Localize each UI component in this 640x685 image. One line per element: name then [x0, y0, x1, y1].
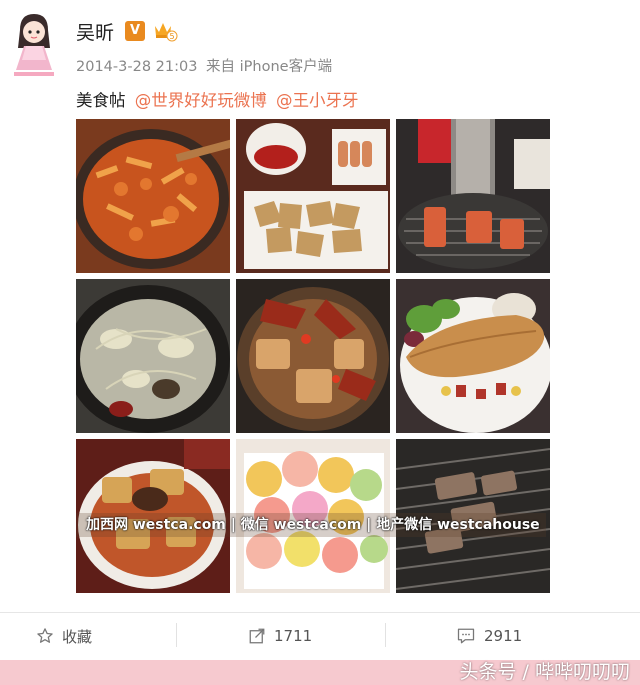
comment-icon — [457, 628, 475, 644]
photo-stir-fry[interactable] — [76, 119, 230, 273]
repost-button[interactable]: 1711 — [248, 613, 312, 659]
post-text: 美食帖 @世界好好玩微博 @王小牙牙 — [76, 87, 359, 111]
photo-seafood-stew[interactable] — [236, 279, 390, 433]
verified-badge: V — [125, 21, 145, 41]
favorite-button[interactable]: 收藏 — [36, 613, 92, 659]
avatar[interactable] — [6, 8, 62, 80]
photo-omelette-plate[interactable] — [396, 279, 550, 433]
favorite-label: 收藏 — [62, 627, 93, 646]
post-timestamp[interactable]: 2014-3-28 21:03 — [76, 59, 197, 75]
comment-button[interactable]: 2911 — [456, 613, 522, 659]
photo-korean-bbq[interactable] — [396, 119, 550, 273]
photo-fries-platter[interactable] — [236, 119, 390, 273]
username[interactable]: 吴昕 — [76, 18, 114, 45]
footer-bar: 头条号 / 哔哔叨叨叨 — [0, 660, 640, 685]
mention-link-2[interactable]: @王小牙牙 — [276, 91, 359, 110]
post-source[interactable]: 来自 iPhone客户端 — [206, 59, 332, 75]
post-meta: 2014-3-28 21:03 来自 iPhone客户端 — [76, 55, 332, 76]
action-divider — [385, 623, 386, 647]
star-icon — [37, 628, 53, 643]
repost-count: 1711 — [274, 627, 313, 645]
post-body: 美食帖 — [76, 91, 126, 110]
action-divider — [176, 623, 177, 647]
repost-icon — [249, 628, 265, 644]
comment-count: 2911 — [484, 627, 523, 645]
footer-credit: 头条号 / 哔哔叨叨叨 — [459, 661, 630, 683]
level-badge-number: 5 — [169, 32, 174, 41]
watermark-text: 加西网 westca.com | 微信 westcacom | 地产微信 wes… — [76, 513, 546, 537]
photo-soup-pot[interactable] — [76, 279, 230, 433]
level-badge-icon: 5 — [152, 20, 178, 42]
mention-link-1[interactable]: @世界好好玩微博 — [135, 91, 267, 110]
action-bar: 收藏 1711 2911 — [0, 612, 640, 659]
